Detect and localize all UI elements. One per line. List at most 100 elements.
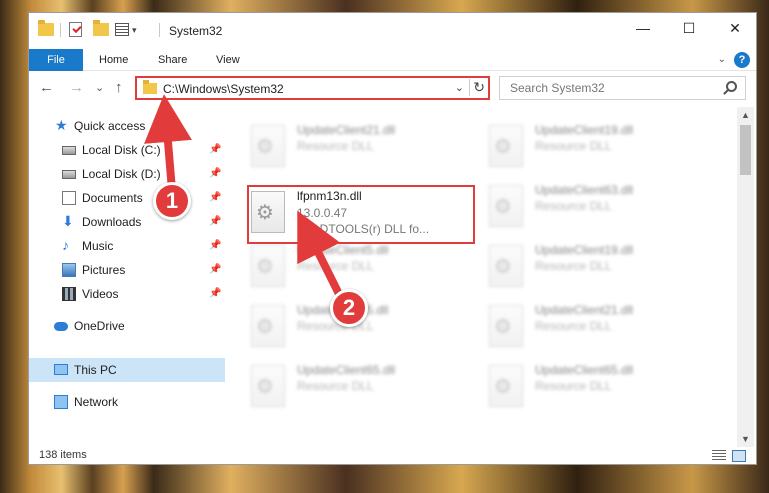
file-type: Resource DLL xyxy=(535,139,612,153)
music-icon: ♪ xyxy=(62,237,69,253)
address-path[interactable]: C:\Windows\System32 xyxy=(163,82,284,96)
pin-icon[interactable]: 📌 xyxy=(209,234,221,258)
tiles-view-icon[interactable] xyxy=(732,450,746,462)
file-item[interactable]: UpdateClient5.dll Resource DLL xyxy=(251,241,471,297)
search-input[interactable]: Search System32 xyxy=(499,76,746,100)
file-type: Resource DLL xyxy=(535,379,612,393)
sidebar-item-music[interactable]: ♪ Music 📌 xyxy=(29,234,225,258)
sidebar-item-label: Videos xyxy=(82,287,119,301)
dll-file-icon xyxy=(251,245,285,287)
close-button[interactable]: ✕ xyxy=(712,13,756,43)
sidebar-item-label: Documents xyxy=(82,191,143,205)
file-item[interactable]: UpdateClient21.dll Resource DLL xyxy=(251,121,471,177)
pin-icon[interactable]: 📌 xyxy=(209,210,221,234)
file-item[interactable]: UpdateClient19.dll Resource DLL xyxy=(489,241,709,297)
status-bar: 138 items xyxy=(29,447,756,464)
sidebar-item-network[interactable]: Network xyxy=(29,390,225,414)
sidebar-item-label: Pictures xyxy=(82,263,126,277)
file-name: UpdateClient63.dll xyxy=(535,183,634,197)
new-folder-icon[interactable] xyxy=(93,20,109,36)
navigation-pane: ★ Quick access Local Disk (C:) 📌 Local D… xyxy=(29,107,225,447)
pin-icon[interactable]: 📌 xyxy=(209,258,221,282)
sidebar-item-local-disk-c[interactable]: Local Disk (C:) 📌 xyxy=(29,138,225,162)
file-name: UpdateClient65.dll xyxy=(297,363,396,377)
dll-file-icon xyxy=(251,365,285,407)
file-type: Resource DLL xyxy=(297,379,374,393)
sidebar-item-pictures[interactable]: Pictures 📌 xyxy=(29,258,225,282)
pin-icon[interactable]: 📌 xyxy=(209,138,221,162)
pin-icon[interactable]: 📌 xyxy=(209,186,221,210)
this-pc-icon xyxy=(54,364,68,375)
properties-icon[interactable] xyxy=(69,22,82,37)
folder-icon xyxy=(38,20,54,36)
vertical-scrollbar[interactable]: ▲ ▼ xyxy=(737,107,754,447)
file-item[interactable]: UpdateClient65.dll Resource DLL xyxy=(251,361,471,417)
file-name: UpdateClient65.dll xyxy=(535,363,634,377)
dll-file-icon xyxy=(489,365,523,407)
sidebar-item-videos[interactable]: Videos 📌 xyxy=(29,282,225,306)
recent-locations-button[interactable]: ⌄ xyxy=(95,81,104,94)
sidebar-item-this-pc[interactable]: This PC xyxy=(29,358,225,382)
file-item[interactable]: UpdateClient19.dll Resource DLL xyxy=(489,121,709,177)
scroll-down-button[interactable]: ▼ xyxy=(737,431,754,447)
toolbar-separator xyxy=(60,23,61,37)
sidebar-item-onedrive[interactable]: OneDrive xyxy=(29,314,225,338)
back-button[interactable]: ← xyxy=(39,79,54,96)
file-type: Resource DLL xyxy=(535,259,612,273)
dll-file-icon xyxy=(489,185,523,227)
step-badge-1: 1 xyxy=(153,182,191,220)
minimize-button[interactable]: — xyxy=(620,13,666,43)
address-dropdown-button[interactable]: ⌄ xyxy=(455,81,464,94)
tab-share[interactable]: Share xyxy=(158,49,187,71)
file-item[interactable]: UpdateClient21.dll Resource DLL xyxy=(489,301,709,357)
pin-icon[interactable]: 📌 xyxy=(209,162,221,186)
search-icon[interactable] xyxy=(726,81,737,92)
sidebar-item-label: Music xyxy=(82,239,114,253)
help-icon[interactable]: ? xyxy=(734,52,750,68)
pin-icon[interactable]: 📌 xyxy=(209,282,221,306)
downloads-icon: ⬇ xyxy=(62,213,74,229)
file-item[interactable]: UpdateClient63.dll Resource DLL xyxy=(489,181,709,237)
tab-view[interactable]: View xyxy=(216,49,240,71)
forward-button[interactable]: → xyxy=(69,79,84,96)
refresh-button[interactable]: ↻ xyxy=(469,79,485,96)
file-item[interactable]: UpdateClient65.dll Resource DLL xyxy=(489,361,709,417)
tab-file[interactable]: File xyxy=(29,49,83,71)
dll-file-icon xyxy=(251,125,285,167)
file-name: UpdateClient21.dll xyxy=(297,123,396,137)
file-highlight-box xyxy=(247,185,475,244)
search-placeholder: Search System32 xyxy=(510,81,605,95)
sidebar-item-label: Downloads xyxy=(82,215,142,229)
up-button[interactable]: ↑ xyxy=(115,79,123,96)
sidebar-item-local-disk-d[interactable]: Local Disk (D:) 📌 xyxy=(29,162,225,186)
quick-access-dropdown[interactable]: ▾ xyxy=(132,25,137,36)
address-bar[interactable]: C:\Windows\System32 ⌄ ↻ xyxy=(135,76,490,100)
file-list: UpdateClient21.dll Resource DLL lfpnm13n… xyxy=(225,107,737,447)
file-name: UpdateClient19.dll xyxy=(535,123,634,137)
scroll-thumb[interactable] xyxy=(740,125,751,175)
ribbon-collapse-button[interactable]: ⌄ xyxy=(718,54,726,65)
sidebar-item-downloads[interactable]: ⬇ Downloads 📌 xyxy=(29,210,225,234)
item-count: 138 items xyxy=(39,449,87,461)
sidebar-item-documents[interactable]: Documents 📌 xyxy=(29,186,225,210)
view-options-icon[interactable] xyxy=(115,23,129,36)
file-type: Resource DLL xyxy=(535,199,612,213)
sidebar-item-quick-access[interactable]: ★ Quick access xyxy=(29,114,225,138)
sidebar-item-label: OneDrive xyxy=(74,319,125,333)
maximize-button[interactable]: ☐ xyxy=(666,13,712,43)
videos-icon xyxy=(62,287,76,301)
tab-home[interactable]: Home xyxy=(99,49,128,71)
step-badge-2: 2 xyxy=(330,289,368,327)
scroll-up-button[interactable]: ▲ xyxy=(737,107,754,123)
navigation-bar: ← → ⌄ ↑ C:\Windows\System32 ⌄ ↻ Search S… xyxy=(29,71,756,107)
sidebar-item-label: Local Disk (D:) xyxy=(82,167,161,181)
details-view-icon[interactable] xyxy=(712,450,726,462)
ribbon: File Home Share View ⌄ ? xyxy=(29,49,756,71)
sidebar-item-label: This PC xyxy=(74,363,117,377)
sidebar-item-label: Local Disk (C:) xyxy=(82,143,161,157)
dll-file-icon xyxy=(489,245,523,287)
onedrive-icon xyxy=(54,322,68,331)
title-bar: ▾ System32 — ☐ ✕ xyxy=(29,13,756,49)
dll-file-icon xyxy=(489,305,523,347)
file-type: Resource DLL xyxy=(297,139,374,153)
